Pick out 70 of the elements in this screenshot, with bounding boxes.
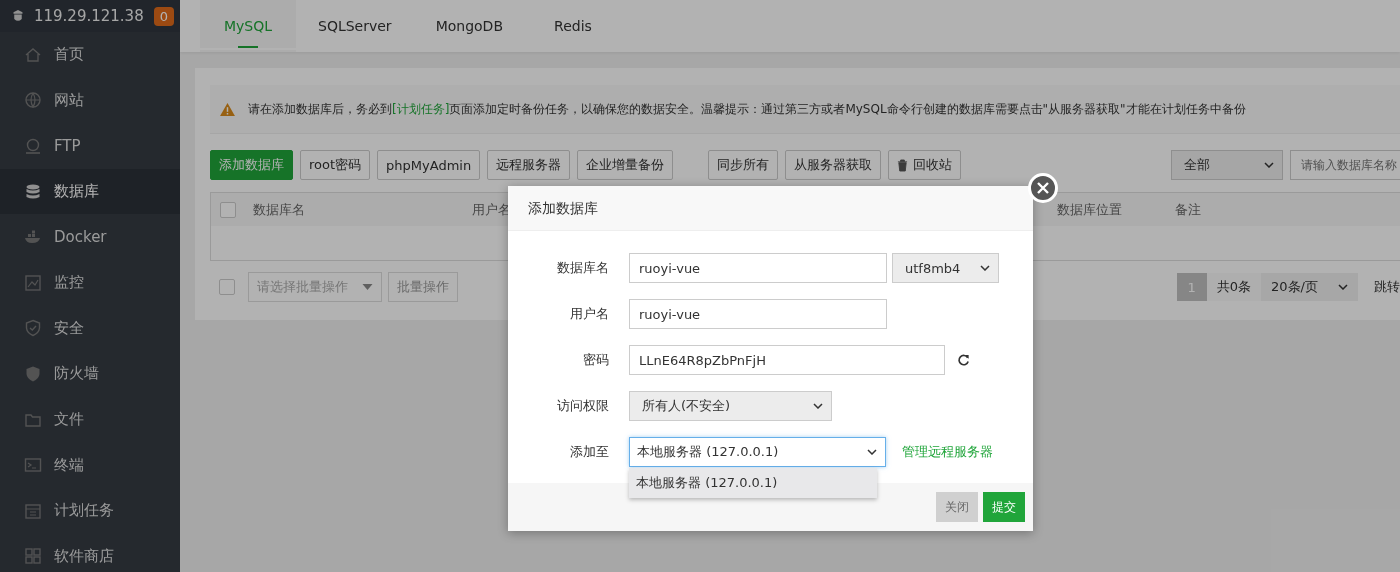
server-ip: 119.29.121.38 [33, 7, 144, 25]
field-label: 用户名 [569, 305, 609, 323]
password-field[interactable]: LLnE64R8pZbPnFjH [629, 345, 945, 375]
chevron-down-icon [813, 403, 823, 409]
total-count: 共0条 [1206, 273, 1262, 301]
chevron-down-icon [980, 265, 990, 271]
select-all-checkbox[interactable] [219, 279, 235, 295]
sidebar-item[interactable]: 监控 [0, 259, 180, 306]
field-label: 访问权限 [556, 397, 609, 415]
globe-icon [24, 91, 42, 110]
chevron-down-icon [867, 449, 877, 455]
database-tab[interactable]: SQLServer [296, 0, 414, 52]
monitor-icon [24, 273, 42, 292]
terminal-icon [24, 456, 42, 475]
column-header: 备注 [1175, 201, 1201, 217]
text-field[interactable]: ruoyi-vue [629, 253, 887, 283]
database-tab[interactable]: MongoDB [413, 0, 525, 52]
search-field[interactable]: 请输入数据库名称 [1290, 150, 1400, 180]
toolbar-button[interactable]: 远程服务器 [487, 150, 571, 180]
select-all-checkbox[interactable] [220, 201, 236, 218]
chevron-down-icon [1338, 284, 1348, 290]
select-field[interactable]: 所有人(不安全) [629, 391, 832, 421]
dropdown-option[interactable]: 本地服务器 (127.0.0.1) [629, 468, 877, 498]
toolbar-button[interactable]: 从服务器获取 [785, 150, 882, 180]
caret-icon [362, 284, 373, 290]
sidebar-item[interactable]: 防火墙 [0, 351, 180, 397]
type-filter-select[interactable]: 全部 [1171, 150, 1283, 180]
toolbar-button[interactable]: phpMyAdmin [377, 150, 481, 180]
shield-icon [24, 319, 42, 338]
calendar-icon [24, 501, 42, 520]
sidebar-item[interactable]: 安全 [0, 305, 180, 352]
database-tab[interactable]: Redis [525, 0, 621, 52]
warning-icon [220, 102, 235, 116]
sidebar-item[interactable]: 首页 [0, 32, 180, 78]
field-label: 密码 [582, 351, 609, 369]
home-icon [24, 45, 42, 64]
sidebar-item[interactable]: 终端 [0, 442, 180, 488]
database-icon [24, 182, 42, 201]
dialog-title: 添加数据库 [508, 186, 1033, 231]
notification-badge[interactable]: 0 [153, 6, 174, 26]
sidebar-item[interactable]: 数据库 [0, 168, 180, 215]
sidebar-item[interactable]: 网站 [0, 77, 180, 124]
select-field[interactable]: 本地服务器 (127.0.0.1) [629, 437, 886, 467]
text-field[interactable]: ruoyi-vue [629, 299, 887, 329]
grid-icon [24, 547, 42, 566]
sidebar-item[interactable]: FTP [0, 123, 180, 169]
page-size-select[interactable]: 20条/页 [1261, 273, 1358, 301]
toolbar-button[interactable]: 同步所有 [708, 150, 779, 180]
chevron-down-icon [1264, 162, 1274, 168]
sidebar-item[interactable]: 文件 [0, 396, 180, 443]
notice-text: 请在添加数据库后，务必到[计划任务]页面添加定时备份任务，以确保您的数据安全。温馨提示：通过第三方或者MySQL命令行创建的数据库需要点击"从服务器获取"才能在计划任务中备份 [248, 100, 1246, 118]
sidebar-item[interactable]: 软件商店 [0, 533, 180, 572]
toolbar-button[interactable]: 回收站 [888, 150, 962, 180]
sidebar-item[interactable]: 计划任务 [0, 487, 180, 534]
column-header: 数据库名 [253, 201, 305, 217]
toolbar-button[interactable]: 企业增量备份 [577, 150, 674, 180]
jump-label: 跳转 [1373, 278, 1400, 296]
scheduled-task-link[interactable]: [计划任务] [392, 101, 450, 116]
column-header: 数据库位置 [1057, 201, 1122, 217]
firewall-icon [24, 364, 42, 383]
field-label: 数据库名 [556, 259, 609, 277]
trash-icon [897, 158, 909, 172]
dialog-button[interactable]: 提交 [983, 492, 1025, 522]
add-database-button[interactable]: 添加数据库 [210, 150, 293, 180]
sidebar-item[interactable]: Docker [0, 214, 180, 260]
manage-remote-servers-link[interactable]: 管理远程服务器 [902, 443, 993, 461]
toolbar-button[interactable]: root密码 [300, 150, 371, 180]
refresh-icon[interactable] [957, 353, 970, 367]
charset-select[interactable]: utf8mb4 [892, 253, 999, 283]
field-label: 添加至 [569, 443, 609, 461]
